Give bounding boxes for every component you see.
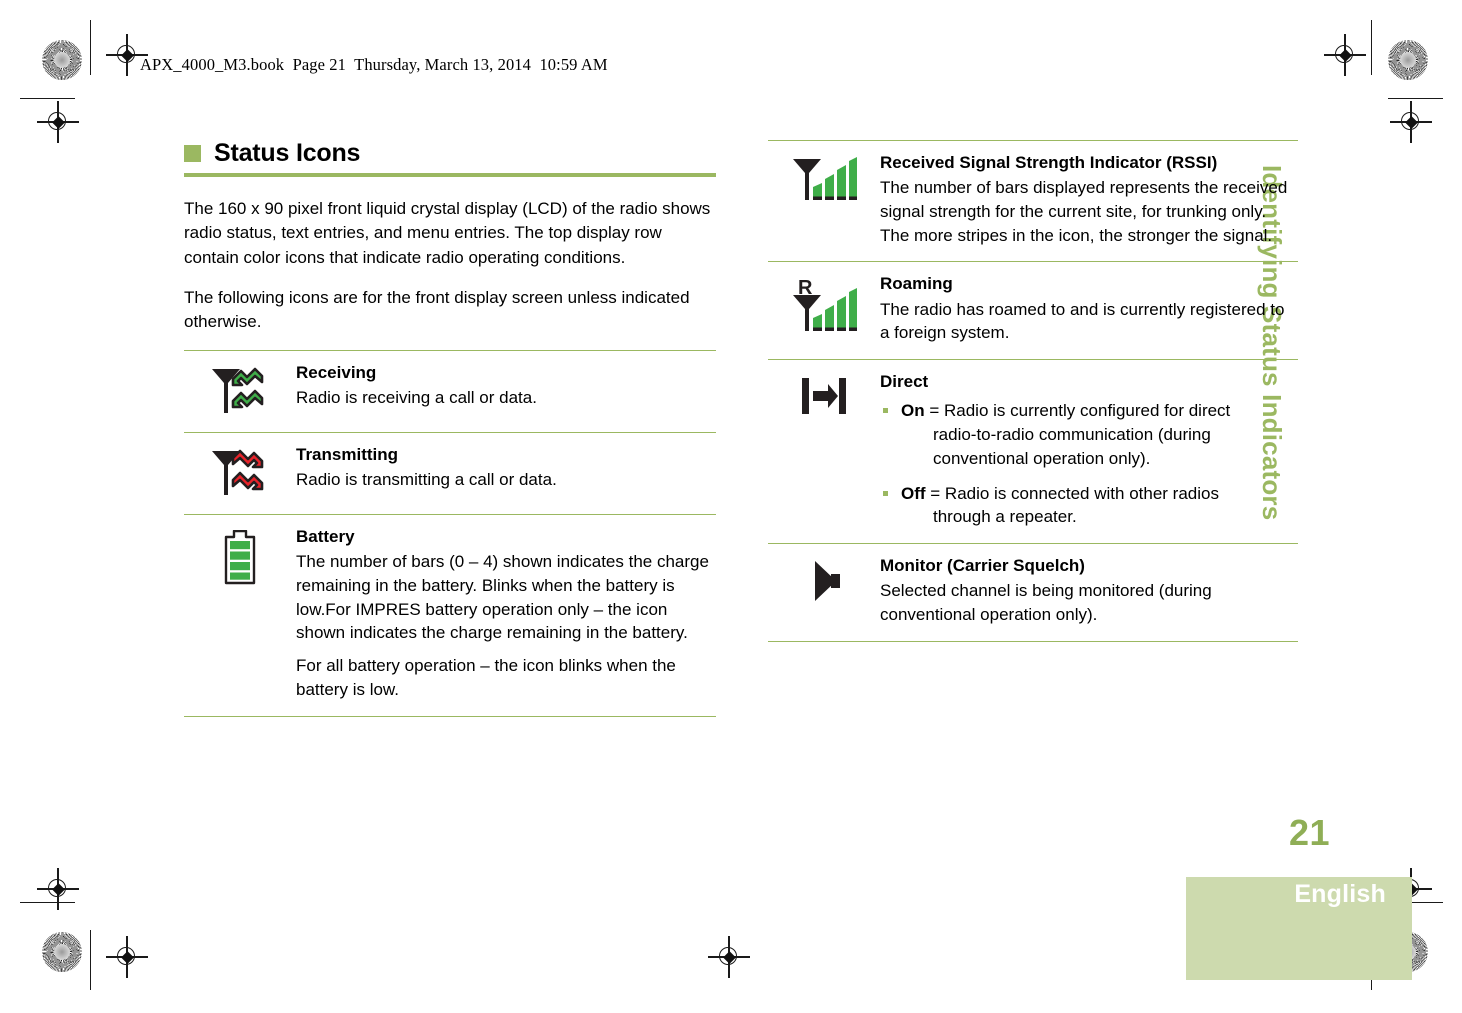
bullet-label: On (901, 401, 925, 421)
row-body: Monitor (Carrier Squelch) Selected chann… (880, 555, 1298, 627)
file-info-header: APX_4000_M3.book Page 21 Thursday, March… (140, 55, 608, 74)
section-heading: Status Icons (184, 140, 716, 166)
target-mark-top-center-left (106, 34, 148, 76)
direct-icon (802, 378, 846, 415)
row-title: Received Signal Strength Indicator (RSSI… (880, 153, 1218, 172)
page-title: Status Icons (214, 139, 361, 167)
bullet-lead: = Radio is connected with other radios (925, 483, 1219, 503)
monitor-speaker-icon (815, 561, 840, 602)
row-body: Direct On = Radio is currently configure… (880, 371, 1298, 529)
row-title: Monitor (Carrier Squelch) (880, 556, 1085, 576)
trim-line-right-top (1371, 20, 1373, 75)
target-mark-bottom-left (37, 868, 79, 910)
starburst-mark-top-right (1388, 40, 1428, 80)
row-title: Direct (880, 372, 929, 392)
row-description-secondary: For all battery operation – the icon bli… (296, 656, 676, 699)
row-title: Receiving (296, 362, 377, 382)
row-body: Roaming The radio has roamed to and is c… (880, 273, 1298, 345)
trim-line-left-bottom (90, 930, 92, 990)
icon-cell (768, 152, 880, 204)
status-icon-table-right: Received Signal Strength Indicator (RSSI… (768, 140, 1298, 642)
starburst-mark-top-left (42, 40, 82, 80)
icon-cell (184, 362, 296, 418)
row-description: The number of bars displayed represents … (880, 178, 1288, 245)
row-title: Transmitting (296, 444, 399, 464)
table-row: Battery The number of bars (0 – 4) shown… (184, 515, 716, 717)
icon-cell (768, 371, 880, 417)
row-body: Battery The number of bars (0 – 4) shown… (296, 526, 716, 702)
bullet-rest: through a repeater. (933, 507, 1077, 527)
row-body: Receiving Radio is receiving a call or d… (296, 362, 716, 410)
left-column: Status Icons The 160 x 90 pixel front li… (184, 140, 716, 717)
table-row: Transmitting Radio is transmitting a cal… (184, 433, 716, 515)
row-description: Radio is transmitting a call or data. (296, 469, 557, 489)
section-bullet-square-icon (184, 144, 201, 162)
row-title: Roaming (880, 274, 953, 294)
language-label: English (1294, 880, 1386, 908)
status-icon-table-left: Receiving Radio is receiving a call or d… (184, 349, 716, 717)
intro-paragraph-2: The following icons are for the front di… (184, 287, 690, 331)
target-mark-top-center-right (1324, 34, 1366, 76)
list-item: On = Radio is currently configured for d… (880, 399, 1294, 470)
row-description: The radio has roamed to and is currently… (880, 299, 1285, 343)
bullet-label: Off (901, 483, 926, 503)
bullet-rest: radio-to-radio communication (during con… (933, 425, 1211, 468)
table-row: Received Signal Strength Indicator (RSSI… (768, 140, 1298, 263)
list-item: Off = Radio is connected with other radi… (880, 482, 1294, 530)
trim-line-bottom-left (20, 902, 75, 904)
row-body: Transmitting Radio is transmitting a cal… (296, 444, 716, 492)
table-row: Direct On = Radio is currently configure… (768, 360, 1298, 545)
section-underline-rule (184, 173, 716, 178)
table-row: Receiving Radio is receiving a call or d… (184, 349, 716, 433)
icon-cell (184, 444, 296, 500)
row-title: Battery (296, 526, 355, 546)
table-row: Monitor (Carrier Squelch) Selected chann… (768, 544, 1298, 642)
row-description: The number of bars (0 – 4) shown indicat… (296, 551, 709, 643)
bullet-lead: = Radio is currently configured for dire… (924, 401, 1231, 421)
antenna-receiving-icon (212, 367, 264, 413)
direct-bullet-list: On = Radio is currently configured for d… (880, 399, 1294, 529)
target-mark-bottom-center-left (106, 936, 148, 978)
roaming-icon: R (793, 277, 857, 332)
page-number: 21 (1289, 812, 1331, 853)
signal-strength-icon (793, 157, 857, 200)
trim-line-top-left (20, 98, 75, 100)
row-body: Received Signal Strength Indicator (RSSI… (880, 152, 1298, 247)
target-mark-bottom-center (708, 936, 750, 978)
right-column: Received Signal Strength Indicator (RSSI… (768, 140, 1298, 642)
icon-cell (184, 526, 296, 586)
trim-line-left-top (90, 20, 92, 75)
target-mark-top-right (1390, 101, 1432, 143)
target-mark-top-left (37, 101, 79, 143)
starburst-mark-bottom-left (42, 932, 82, 972)
trim-line-top-right (1388, 98, 1443, 100)
table-row: R Roaming The radio has roamed to and is… (768, 262, 1298, 361)
row-description: Selected channel is being monitored (dur… (880, 581, 1212, 625)
battery-icon (224, 529, 256, 585)
row-description: Radio is receiving a call or data. (296, 387, 537, 407)
icon-cell: R (768, 273, 880, 335)
intro-paragraph-1: The 160 x 90 pixel front liquid crystal … (184, 199, 711, 267)
icon-cell (768, 555, 880, 603)
antenna-transmitting-icon (212, 449, 264, 495)
